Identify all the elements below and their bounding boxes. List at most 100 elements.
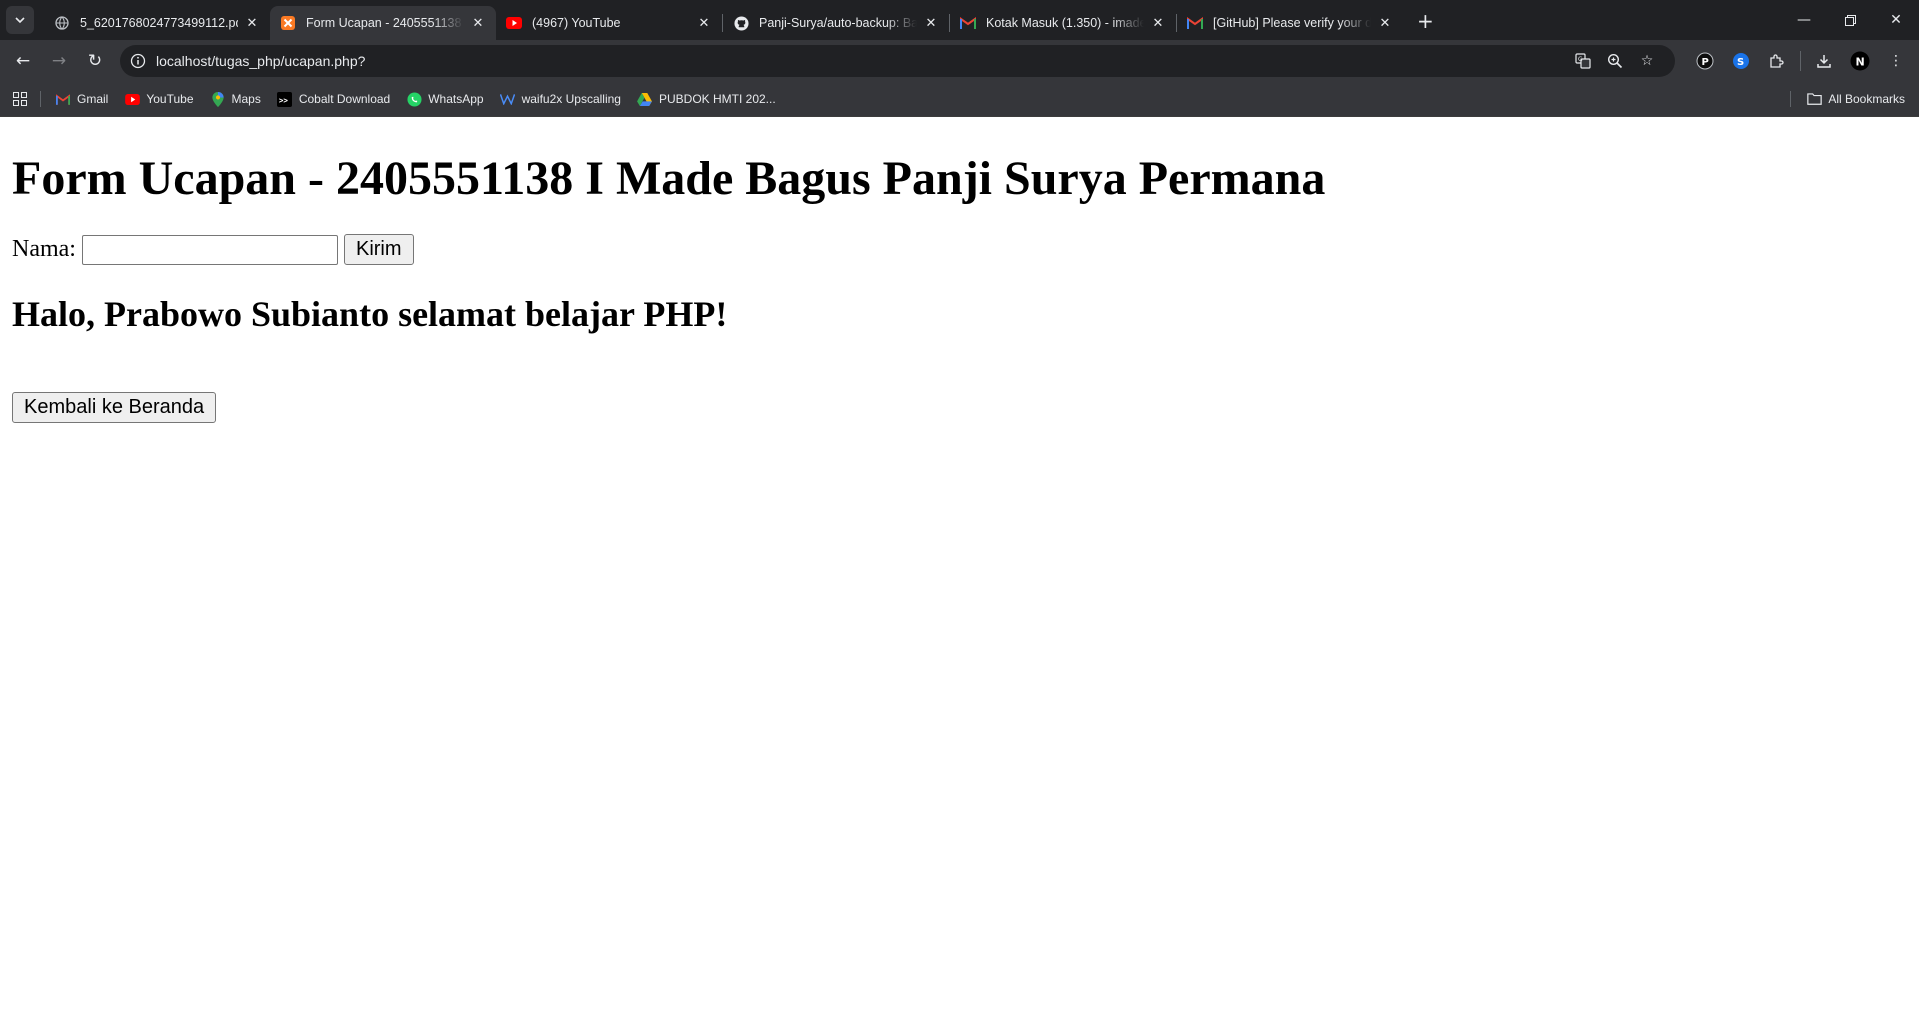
youtube-icon — [506, 15, 522, 31]
bookmark-whatsapp[interactable]: WhatsApp — [406, 91, 484, 107]
back-to-home-button[interactable]: Kembali ke Beranda — [12, 392, 217, 424]
close-window-button[interactable]: ✕ — [1873, 0, 1919, 40]
bookmark-label: YouTube — [146, 92, 194, 106]
extensions-puzzle-icon[interactable] — [1764, 48, 1790, 74]
restore-icon — [1844, 14, 1856, 26]
minimize-button[interactable]: — — [1781, 0, 1827, 40]
plus-icon: + — [1417, 9, 1434, 33]
tab-title: (4967) YouTube — [532, 16, 621, 30]
forward-button[interactable]: → — [42, 44, 76, 78]
site-info-icon[interactable] — [126, 49, 150, 73]
close-icon: ✕ — [1890, 12, 1902, 28]
reload-icon: ↻ — [87, 51, 103, 71]
bookmark-gmail[interactable]: Gmail — [55, 91, 108, 107]
arrow-left-icon: ← — [15, 51, 31, 71]
bookmark-label: waifu2x Upscalling — [521, 92, 621, 106]
all-bookmarks-button[interactable]: All Bookmarks — [1807, 92, 1905, 106]
gmail-icon — [960, 15, 976, 31]
close-icon[interactable]: ✕ — [470, 16, 486, 31]
bookmark-maps[interactable]: Maps — [210, 91, 261, 107]
minimize-icon: — — [1797, 12, 1811, 28]
tab-form-ucapan[interactable]: Form Ucapan - 2405551138 I Made Bagus Pa… — [270, 6, 496, 40]
arrow-right-icon: → — [51, 51, 67, 71]
new-tab-button[interactable]: + — [1417, 9, 1434, 33]
name-input[interactable] — [81, 234, 338, 265]
folder-icon — [1807, 93, 1823, 105]
download-icon[interactable] — [1811, 48, 1837, 74]
page-title: Form Ucapan - 2405551138 I Made Bagus Pa… — [12, 152, 1326, 205]
google-drive-icon — [637, 91, 653, 107]
gmail-icon — [1187, 15, 1203, 31]
chevron-down-icon — [15, 17, 25, 24]
close-icon[interactable]: ✕ — [696, 16, 712, 31]
extensions-area: P S N ⋮ — [1687, 40, 1919, 82]
svg-text:N: N — [1856, 56, 1865, 69]
tab-strip: 5_6201768024773499112.pdf ✕ Form Ucapan … — [0, 0, 1919, 40]
bookmark-label: PUBDOK HMTI 202... — [658, 92, 776, 106]
toolbar-divider — [1800, 51, 1801, 71]
bookmarks-divider — [1790, 91, 1791, 107]
zoom-icon[interactable] — [1599, 45, 1631, 77]
bookmark-cobalt[interactable]: >> Cobalt Download — [277, 91, 390, 107]
star-bookmark-icon[interactable]: ☆ — [1631, 45, 1663, 77]
maps-pin-icon — [210, 91, 226, 107]
github-icon — [733, 15, 749, 31]
kebab-menu-icon[interactable]: ⋮ — [1883, 48, 1909, 74]
gmail-icon — [55, 91, 71, 107]
all-bookmarks-label: All Bookmarks — [1828, 92, 1905, 106]
shazam-icon[interactable]: S — [1728, 48, 1754, 74]
window-controls: — ✕ — [1781, 0, 1919, 40]
svg-text:P: P — [1702, 57, 1709, 68]
xampp-icon — [280, 15, 296, 31]
bookmark-label: Maps — [231, 92, 261, 106]
tab-title: [GitHub] Please verify your device — [1213, 16, 1371, 30]
svg-text:>>: >> — [279, 95, 289, 104]
tab-title: Kotak Masuk (1.350) - imadepanji — [986, 16, 1144, 30]
extension-p-icon[interactable]: P — [1692, 48, 1718, 74]
bookmark-pubdok[interactable]: PUBDOK HMTI 202... — [637, 91, 776, 107]
browser-chrome: 5_6201768024773499112.pdf ✕ Form Ucapan … — [0, 0, 1919, 117]
profile-avatar-icon[interactable]: N — [1847, 48, 1873, 74]
svg-text:G: G — [1578, 56, 1583, 63]
bookmarks-divider — [40, 91, 41, 107]
bookmark-waifu2x[interactable]: waifu2x Upscalling — [500, 91, 621, 107]
url-text[interactable]: localhost/tugas_php/ucapan.php? — [156, 53, 365, 69]
restore-button[interactable] — [1827, 0, 1873, 40]
tab-github[interactable]: Panji-Surya/auto-backup: Backup ✕ — [723, 6, 949, 40]
tab-title: Panji-Surya/auto-backup: Backup — [759, 16, 917, 30]
tab-pdf[interactable]: 5_6201768024773499112.pdf ✕ — [44, 6, 270, 40]
close-icon[interactable]: ✕ — [923, 16, 939, 31]
cobalt-icon: >> — [277, 91, 293, 107]
translate-icon[interactable]: G — [1567, 45, 1599, 77]
close-icon[interactable]: ✕ — [1377, 16, 1393, 31]
back-row: Kembali ke Beranda — [12, 392, 1907, 424]
toolbar: ← → ↻ localhost/tugas_php/ucapan.php? G … — [0, 40, 1919, 82]
bookmark-label: WhatsApp — [428, 92, 484, 106]
greeting-form: Nama: Kirim — [12, 234, 1907, 266]
tab-gmail-inbox[interactable]: Kotak Masuk (1.350) - imadepanji ✕ — [950, 6, 1176, 40]
tab-title: 5_6201768024773499112.pdf — [80, 16, 238, 30]
apps-grid-icon[interactable] — [10, 89, 30, 109]
page-content: Form Ucapan - 2405551138 I Made Bagus Pa… — [0, 151, 1919, 424]
close-icon[interactable]: ✕ — [1150, 16, 1166, 31]
whatsapp-icon — [406, 91, 422, 107]
tab-title: Form Ucapan - 2405551138 I Made Bagus Pa… — [306, 16, 464, 30]
address-bar-actions: G ☆ — [1567, 45, 1663, 77]
back-button[interactable]: ← — [6, 44, 40, 78]
greeting-message: Halo, Prabowo Subianto selamat belajar P… — [12, 294, 728, 335]
close-icon[interactable]: ✕ — [244, 16, 260, 31]
bookmark-youtube[interactable]: YouTube — [124, 91, 194, 107]
tab-gmail-github[interactable]: [GitHub] Please verify your device ✕ — [1177, 6, 1403, 40]
waifu2x-icon — [500, 91, 516, 107]
svg-text:S: S — [1737, 57, 1744, 68]
address-bar[interactable]: localhost/tugas_php/ucapan.php? G ☆ — [120, 45, 1675, 77]
tab-search-button[interactable] — [6, 6, 34, 34]
tab-youtube[interactable]: (4967) YouTube ✕ — [496, 6, 722, 40]
bookmark-label: Cobalt Download — [298, 92, 391, 106]
globe-icon — [54, 15, 70, 31]
name-label: Nama: — [12, 236, 76, 263]
reload-button[interactable]: ↻ — [78, 44, 112, 78]
submit-button[interactable]: Kirim — [343, 234, 414, 266]
bookmark-label: Gmail — [77, 92, 109, 106]
youtube-icon — [124, 91, 140, 107]
